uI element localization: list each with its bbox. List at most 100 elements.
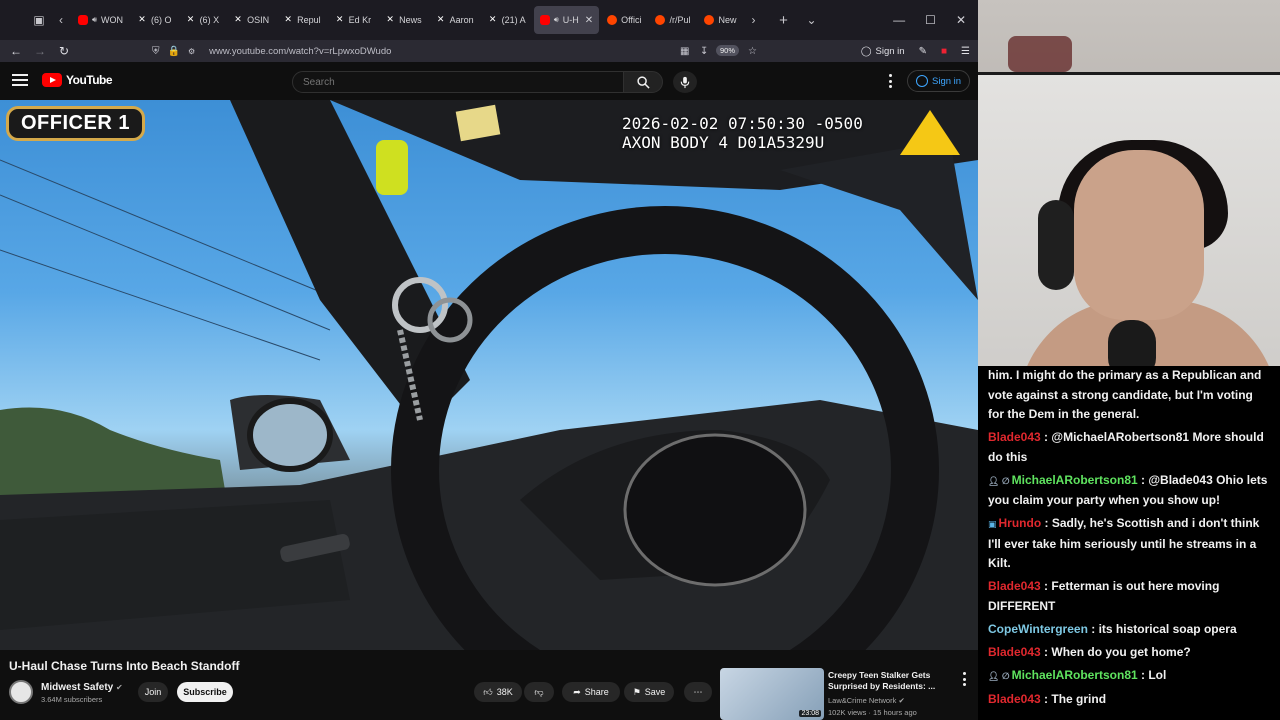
channel-avatar[interactable] bbox=[9, 680, 33, 704]
channel-name[interactable]: Midwest Safety ✔ bbox=[41, 682, 123, 693]
chat-message: 👤︎ ∅ MichaelARobertson81 : @Blade043 Ohi… bbox=[988, 471, 1270, 511]
new-tab-button[interactable]: + bbox=[773, 9, 795, 31]
back-button[interactable]: ← bbox=[4, 44, 28, 58]
bodycam-timestamp: 2026-02-02 07:50:30 -0500 bbox=[622, 114, 863, 133]
tab-label: Aaron bbox=[449, 15, 474, 25]
save-button[interactable]: ⚑ Save bbox=[624, 682, 674, 702]
chat-separator: : bbox=[1040, 430, 1052, 444]
url-text[interactable]: www.youtube.com/watch?v=rLpwxoDWudo bbox=[209, 46, 391, 57]
tab-scroll-left-icon[interactable]: ‹ bbox=[50, 9, 72, 31]
url-bar[interactable]: ⛨ 🔒 ⚙ www.youtube.com/watch?v=rLpwxoDWud… bbox=[152, 40, 772, 62]
permissions-icon[interactable]: ⚙ bbox=[188, 47, 195, 56]
chat-separator: : bbox=[1137, 667, 1149, 682]
chat-separator: : bbox=[1040, 691, 1052, 706]
zoom-level[interactable]: 90% bbox=[716, 45, 740, 56]
subscribe-button[interactable]: Subscribe bbox=[177, 682, 233, 702]
account-signin-button[interactable]: ◯ Sign in bbox=[861, 46, 905, 57]
more-actions-button[interactable]: ⋯ bbox=[684, 682, 712, 702]
tab-audio-icon[interactable]: 🔊︎ bbox=[554, 15, 559, 25]
recommended-thumbnail[interactable]: 23:08 bbox=[720, 668, 824, 720]
video-title: U-Haul Chase Turns Into Beach Standoff bbox=[9, 659, 240, 673]
tab-overflow-chevron-icon[interactable]: ⌄ bbox=[801, 9, 823, 31]
shield-icon[interactable]: ⛨ bbox=[152, 46, 160, 57]
bodycam-footage bbox=[0, 100, 978, 650]
recommended-title[interactable]: Creepy Teen Stalker Gets Surprised by Re… bbox=[828, 670, 948, 692]
x-favicon-icon: ✕ bbox=[386, 15, 394, 25]
reload-button[interactable]: ↻ bbox=[52, 44, 76, 58]
wall-logo bbox=[1008, 36, 1072, 72]
browser-tab[interactable]: 🔊︎ U-H ✕ bbox=[533, 6, 600, 34]
addon-icon[interactable]: ■ bbox=[941, 46, 947, 57]
recommended-video[interactable]: 23:08 Creepy Teen Stalker Gets Surprised… bbox=[720, 668, 976, 720]
join-button[interactable]: Join bbox=[138, 682, 168, 702]
tab-audio-icon[interactable]: 🔊︎ bbox=[92, 15, 97, 25]
tab-label: Repul bbox=[297, 15, 321, 25]
user-badge-icon: 👤︎ ∅ bbox=[988, 475, 1010, 486]
browser-tab[interactable]: 🔊︎ WON bbox=[72, 6, 129, 34]
chat-username[interactable]: CopeWintergreen bbox=[988, 622, 1088, 636]
search-button[interactable] bbox=[623, 71, 663, 93]
forward-button[interactable]: → bbox=[28, 44, 52, 58]
chat-username[interactable]: MichaelARobertson81 bbox=[1012, 668, 1138, 682]
chat-message: Blade043 : The grind bbox=[988, 690, 1270, 710]
tab-scroll-right-icon[interactable]: › bbox=[743, 9, 765, 31]
chat-username[interactable]: Blade043 bbox=[988, 645, 1041, 659]
browser-tab[interactable]: ✕ Ed Kr bbox=[329, 6, 378, 34]
x-favicon-icon: ✕ bbox=[138, 15, 146, 25]
youtube-signin-button[interactable]: Sign in bbox=[907, 70, 971, 92]
browser-tab[interactable]: ✕ Repul bbox=[277, 6, 327, 34]
browser-tab[interactable]: ✕ (21) A bbox=[482, 6, 532, 34]
chat-separator: : bbox=[1137, 472, 1149, 487]
tab-label: (21) A bbox=[501, 15, 526, 25]
chat-username[interactable]: Blade043 bbox=[988, 579, 1041, 593]
search-input[interactable] bbox=[293, 72, 623, 93]
browser-tab[interactable]: ✕ Aaron bbox=[430, 6, 480, 34]
chat-text: The grind bbox=[1051, 691, 1107, 706]
search-box[interactable] bbox=[292, 71, 624, 93]
chat-message: Blade043 : Fetterman is out here moving … bbox=[988, 577, 1270, 616]
dislike-button[interactable]: 👎︎ bbox=[524, 682, 554, 702]
account-icon: ◯ bbox=[860, 45, 872, 57]
youtube-header: YouTube Sign in bbox=[0, 62, 978, 100]
youtube-favicon-icon bbox=[78, 15, 88, 25]
tab-close-icon[interactable]: ✕ bbox=[585, 15, 593, 26]
chat-message: Blade043 : @MichaelARobertson81 More sho… bbox=[988, 428, 1270, 467]
like-button[interactable]: 👍︎ 38K bbox=[474, 682, 522, 702]
streamer-face bbox=[1074, 150, 1204, 320]
browser-tab[interactable]: New bbox=[698, 6, 742, 34]
tab-strip: 🔊︎ WON ✕ (6) O ✕ (6) X ✕ OSIN ✕ Repul ✕ Ed Kr ✕ News ✕… bbox=[72, 6, 743, 34]
settings-kebab-icon[interactable] bbox=[883, 74, 897, 88]
tab-label: /r/Pul bbox=[669, 15, 691, 25]
chat-username[interactable]: Hrundo bbox=[999, 516, 1042, 530]
browser-tab[interactable]: Offici bbox=[601, 6, 647, 34]
reader-view-icon[interactable]: ▦ bbox=[680, 46, 689, 57]
browser-tab[interactable]: ✕ News bbox=[379, 6, 428, 34]
minimize-button[interactable]: — bbox=[893, 13, 905, 27]
extensions-icon[interactable]: ✎ bbox=[919, 46, 927, 57]
tv-badge-icon: ▣ bbox=[988, 519, 997, 529]
lock-icon[interactable]: 🔒 bbox=[168, 46, 180, 57]
download-icon[interactable]: ↧ bbox=[700, 46, 708, 57]
tab-label: News bbox=[399, 15, 422, 25]
browser-tab[interactable]: /r/Pul bbox=[649, 6, 696, 34]
share-button[interactable]: ➦ Share bbox=[562, 682, 620, 702]
browser-tab[interactable]: ✕ (6) X bbox=[180, 6, 226, 34]
x-favicon-icon: ✕ bbox=[436, 15, 445, 25]
bookmark-icon: ⚑ bbox=[632, 686, 641, 697]
tab-label: OSIN bbox=[247, 15, 270, 25]
bookmark-star-icon[interactable]: ☆ bbox=[748, 46, 757, 57]
chat-username[interactable]: MichaelARobertson81 bbox=[1012, 473, 1138, 487]
video-player[interactable]: OFFICER 1 2026-02-02 07:50:30 -0500 AXON … bbox=[0, 100, 978, 650]
youtube-logo[interactable]: YouTube bbox=[42, 73, 113, 87]
browser-tab[interactable]: ✕ (6) O bbox=[131, 6, 178, 34]
maximize-button[interactable]: ☐ bbox=[925, 13, 936, 27]
tab-list-icon[interactable]: ▣ bbox=[28, 9, 50, 31]
hamburger-menu-icon[interactable] bbox=[12, 74, 28, 88]
chat-username[interactable]: Blade043 bbox=[988, 430, 1041, 444]
close-window-button[interactable]: ✕ bbox=[956, 13, 966, 27]
recommended-more-icon[interactable] bbox=[960, 672, 968, 686]
voice-search-button[interactable] bbox=[673, 71, 697, 93]
browser-tab[interactable]: ✕ OSIN bbox=[227, 6, 275, 34]
app-menu-icon[interactable]: ☰ bbox=[961, 46, 970, 57]
chat-username[interactable]: Blade043 bbox=[988, 692, 1041, 706]
